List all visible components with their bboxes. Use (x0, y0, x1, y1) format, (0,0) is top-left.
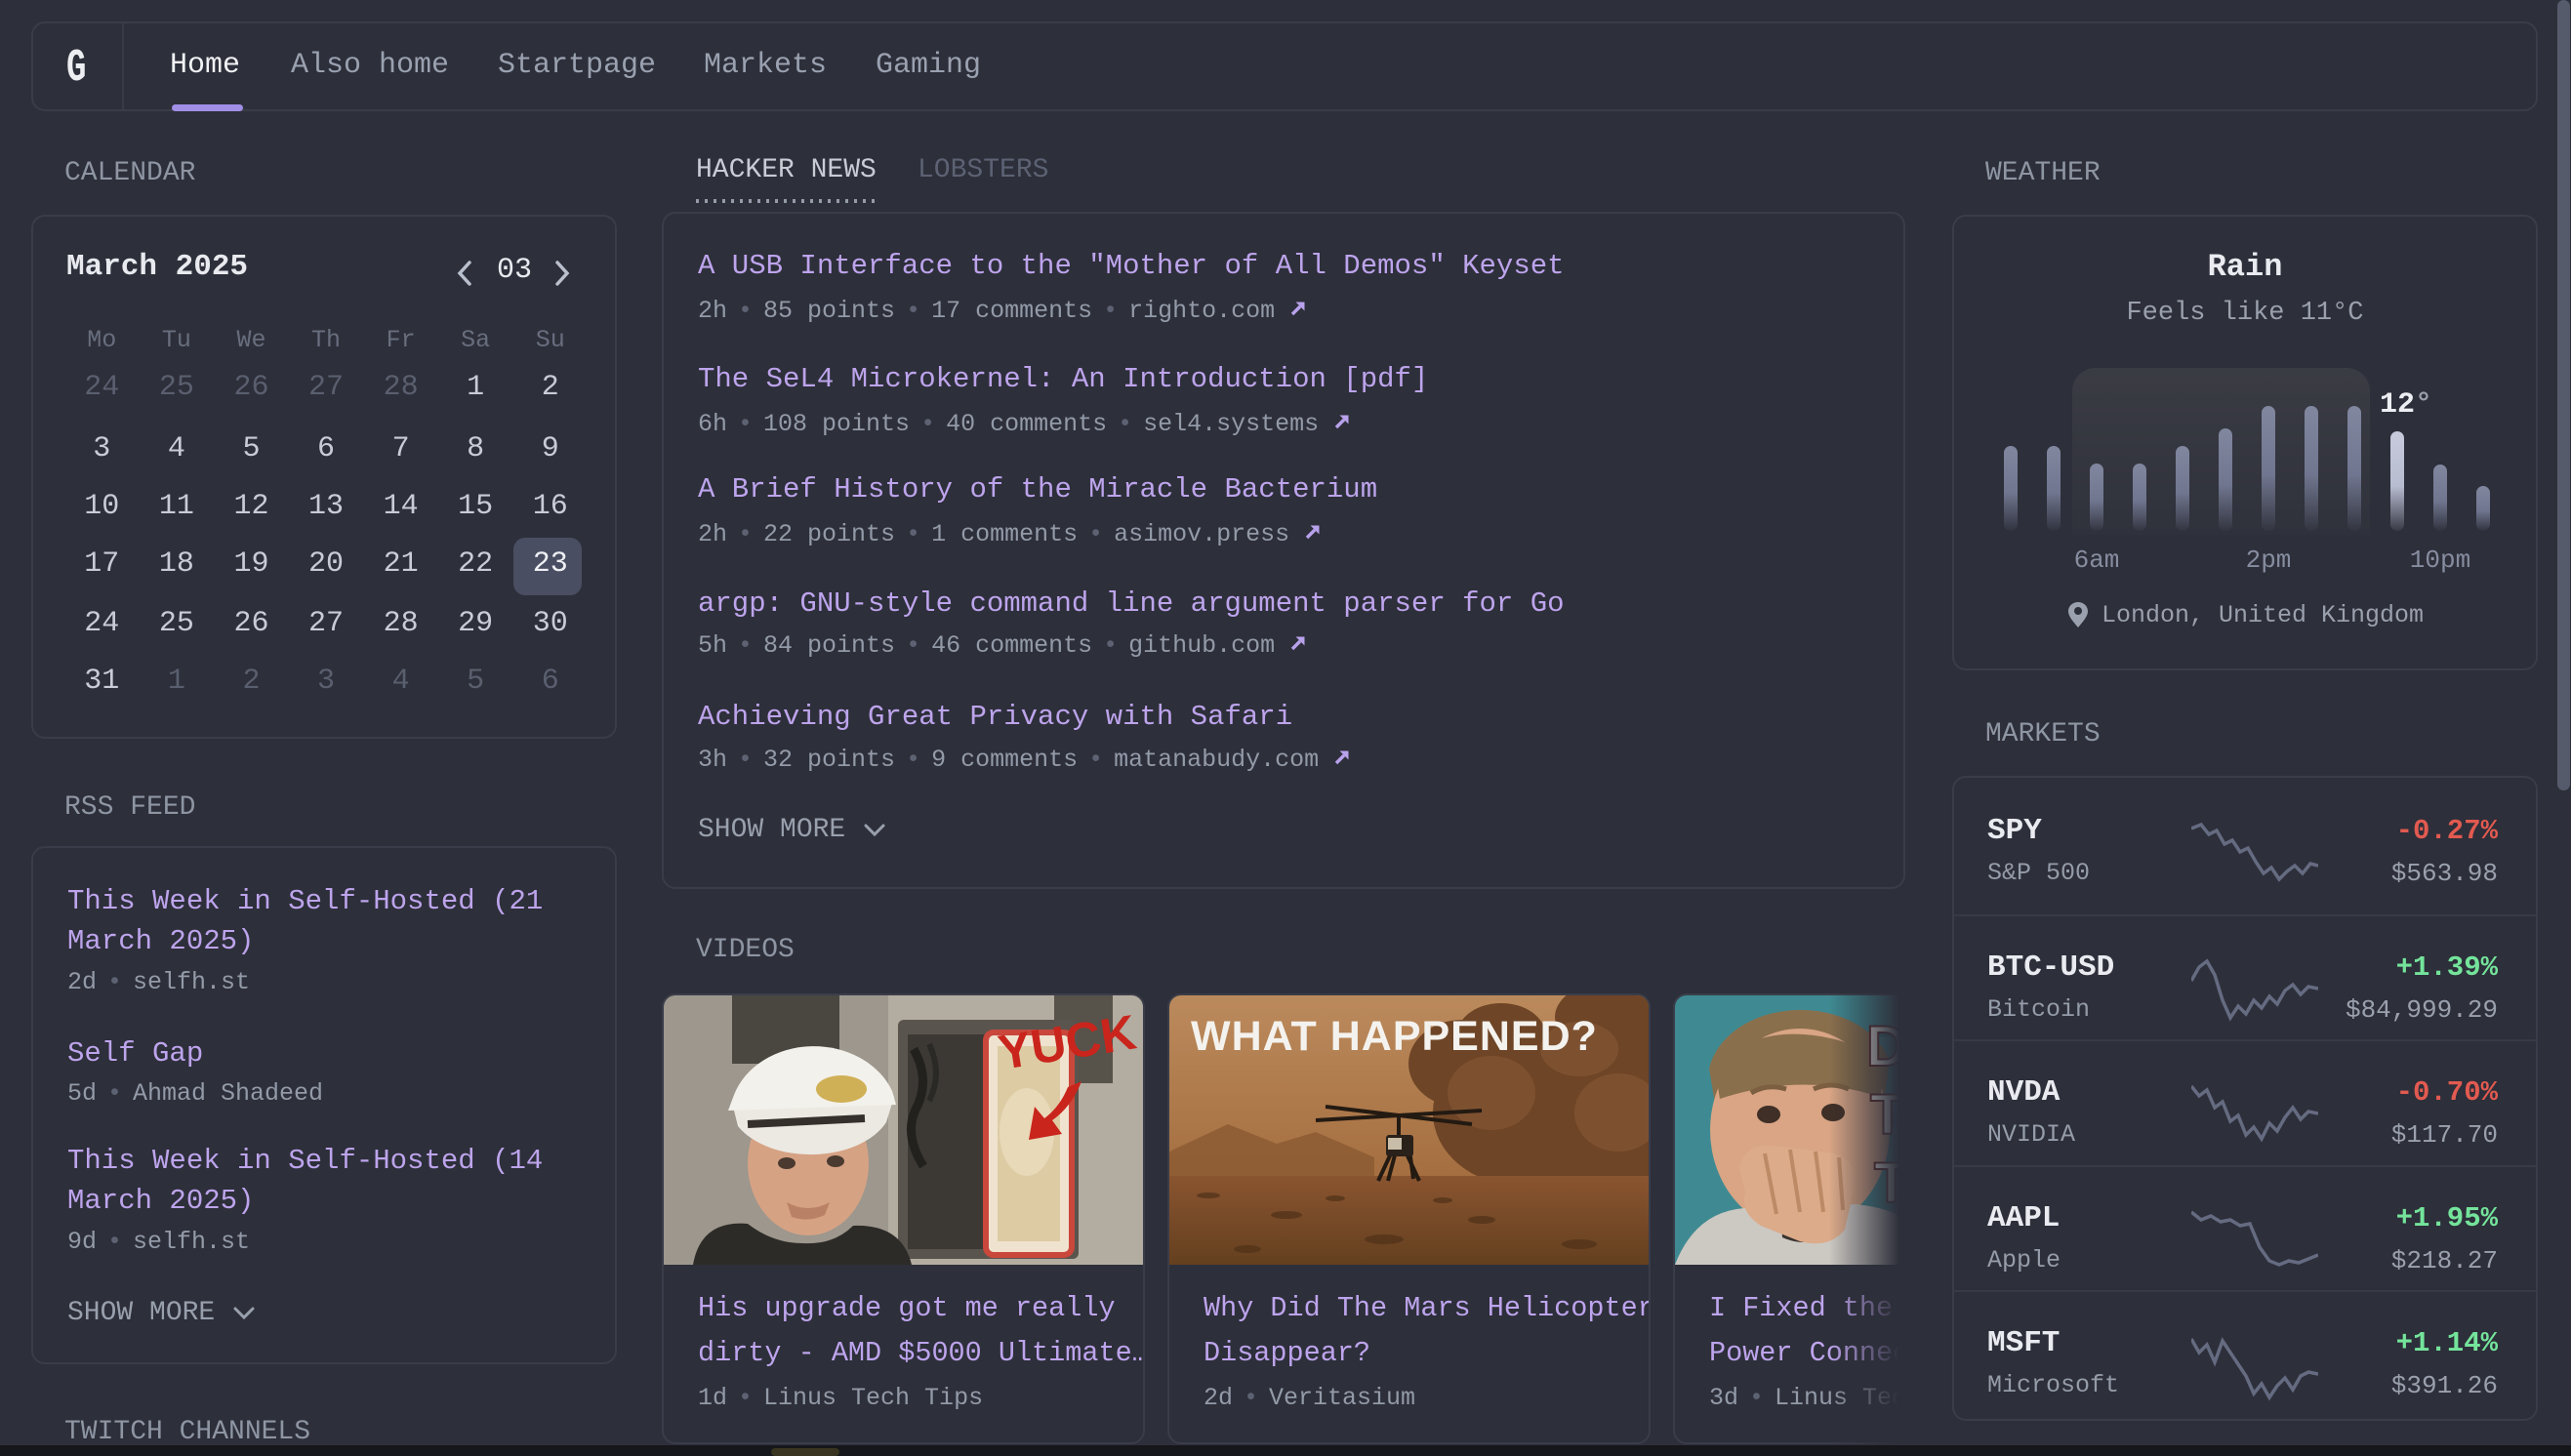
svg-text:WHAT HAPPENED?: WHAT HAPPENED? (1191, 1013, 1598, 1060)
